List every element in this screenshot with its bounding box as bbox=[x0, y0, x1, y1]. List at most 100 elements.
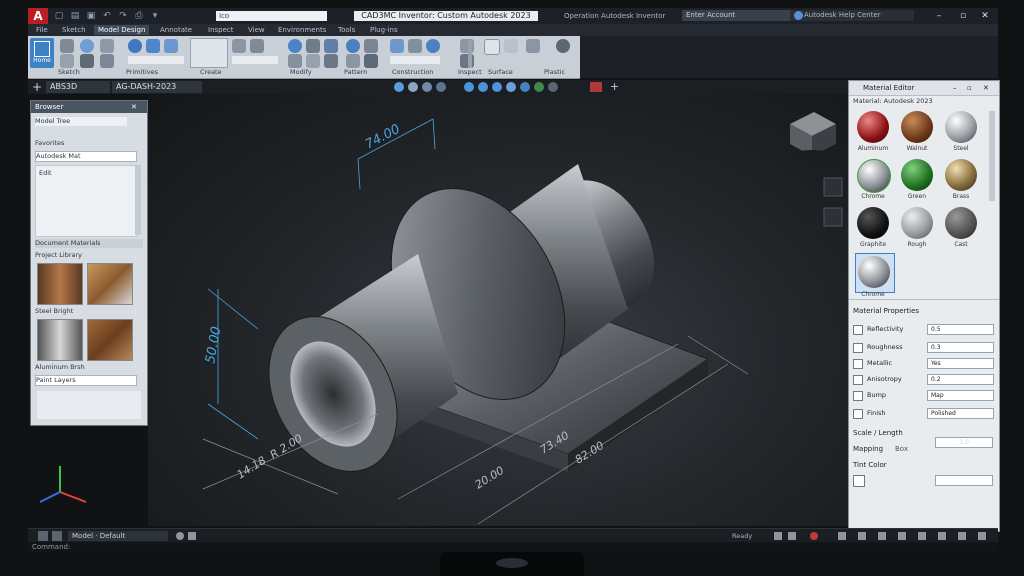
maximize-icon[interactable]: ▫ bbox=[952, 9, 974, 23]
hole-icon[interactable] bbox=[288, 39, 302, 53]
visual-style-icon[interactable] bbox=[464, 82, 474, 92]
draft-icon[interactable] bbox=[306, 54, 320, 68]
property-value[interactable]: 0.2 bbox=[927, 374, 994, 385]
material-ball-cast[interactable] bbox=[945, 207, 977, 239]
3d-viewport[interactable]: 74.00 50.00 73.40 82.00 20.00 14.18 R 2.… bbox=[15, 94, 848, 526]
new-document-tab[interactable]: + bbox=[32, 80, 42, 94]
close-icon[interactable]: ✕ bbox=[974, 9, 996, 23]
panel-maximize-icon[interactable]: ▫ bbox=[967, 81, 972, 95]
thicken-icon[interactable] bbox=[526, 39, 540, 53]
library-scrollbar[interactable] bbox=[135, 165, 141, 235]
chamfer-icon[interactable] bbox=[324, 39, 338, 53]
quick-search-input[interactable]: Ico bbox=[216, 11, 327, 21]
orbit-icon[interactable] bbox=[436, 82, 446, 92]
model-layout-tab[interactable]: Model · Default bbox=[68, 531, 168, 541]
pan-button[interactable] bbox=[823, 207, 843, 227]
arc-tool-icon[interactable] bbox=[60, 54, 74, 68]
scale-input[interactable]: 1.0 bbox=[935, 437, 993, 448]
property-value[interactable]: 0.5 bbox=[927, 324, 994, 335]
document-tab-1[interactable]: ABS3D bbox=[46, 81, 110, 93]
material-ball-walnut[interactable] bbox=[901, 111, 933, 143]
copper-swatch[interactable] bbox=[37, 263, 83, 305]
tab-sketch[interactable]: Sketch bbox=[58, 25, 90, 35]
plastic-part-icon[interactable] bbox=[556, 39, 570, 53]
create-dropdown[interactable] bbox=[232, 56, 278, 64]
property-checkbox[interactable] bbox=[853, 343, 863, 353]
add-icon[interactable]: + bbox=[610, 80, 619, 93]
tab-file[interactable]: File bbox=[32, 25, 52, 35]
tab-view[interactable]: View bbox=[244, 25, 269, 35]
status-icon-10[interactable] bbox=[918, 532, 926, 540]
point-icon[interactable] bbox=[426, 39, 440, 53]
circle-tool-icon[interactable] bbox=[80, 39, 94, 53]
shell-icon[interactable] bbox=[288, 54, 302, 68]
dropdown-icon[interactable]: ▾ bbox=[150, 11, 160, 21]
command-line[interactable]: Command: bbox=[28, 542, 998, 552]
home-button[interactable]: Home bbox=[30, 38, 54, 68]
wood-swatch[interactable] bbox=[87, 263, 133, 305]
paint-layers-row[interactable]: Paint Layers bbox=[35, 375, 137, 386]
cylinder-icon[interactable] bbox=[164, 39, 178, 53]
section-icon[interactable] bbox=[506, 82, 516, 92]
material-ball-graphite[interactable] bbox=[857, 207, 889, 239]
split-icon[interactable] bbox=[324, 54, 338, 68]
status-icon-5[interactable] bbox=[810, 532, 818, 540]
tab-inspect[interactable]: Inspect bbox=[204, 25, 238, 35]
panel-minimize-icon[interactable]: – bbox=[953, 81, 957, 95]
status-icon-11[interactable] bbox=[938, 532, 946, 540]
material-ball-rough[interactable] bbox=[901, 207, 933, 239]
panel-close-icon[interactable]: ✕ bbox=[983, 81, 989, 95]
construction-dropdown[interactable] bbox=[390, 56, 440, 64]
rectangular-pattern-icon[interactable] bbox=[364, 54, 378, 68]
zoom-icon[interactable] bbox=[408, 82, 418, 92]
more-icon[interactable] bbox=[548, 82, 558, 92]
extrude-button[interactable] bbox=[190, 38, 228, 68]
help-icon[interactable] bbox=[794, 11, 803, 20]
orbit-button[interactable] bbox=[823, 177, 843, 197]
fillet-tool-icon[interactable] bbox=[100, 54, 114, 68]
status-icon-7[interactable] bbox=[858, 532, 866, 540]
sweep-icon[interactable] bbox=[250, 39, 264, 53]
display-icon[interactable] bbox=[534, 82, 544, 92]
property-value[interactable]: Yes bbox=[927, 358, 994, 369]
rectangle-tool-icon[interactable] bbox=[100, 39, 114, 53]
material-scrollbar[interactable] bbox=[989, 111, 995, 201]
property-checkbox[interactable] bbox=[853, 359, 863, 369]
property-value[interactable]: Polished bbox=[927, 408, 994, 419]
status-icon-8[interactable] bbox=[878, 532, 886, 540]
stitch-icon[interactable] bbox=[504, 39, 518, 53]
material-ball-steel[interactable] bbox=[945, 111, 977, 143]
status-icon-9[interactable] bbox=[898, 532, 906, 540]
property-checkbox[interactable] bbox=[853, 391, 863, 401]
property-checkbox[interactable] bbox=[853, 409, 863, 419]
box-icon[interactable] bbox=[146, 39, 160, 53]
pan-icon[interactable] bbox=[422, 82, 432, 92]
property-checkbox[interactable] bbox=[853, 375, 863, 385]
minimize-icon[interactable]: – bbox=[928, 9, 950, 23]
tab-plugins[interactable]: Plug-ins bbox=[366, 25, 402, 35]
ucs-icon[interactable] bbox=[590, 82, 602, 92]
reflections-icon[interactable] bbox=[492, 82, 502, 92]
tint-color-field[interactable] bbox=[935, 475, 993, 486]
property-checkbox[interactable] bbox=[853, 325, 863, 335]
property-value[interactable]: Map bbox=[927, 390, 994, 401]
sphere-icon[interactable] bbox=[128, 39, 142, 53]
walnut-swatch[interactable] bbox=[87, 319, 133, 361]
new-file-icon[interactable]: ▢ bbox=[54, 11, 64, 21]
material-ball-chrome[interactable] bbox=[857, 159, 891, 193]
document-tab-2[interactable]: AG-DASH-2023 bbox=[112, 81, 202, 93]
tab-model-design[interactable]: Model Design bbox=[94, 25, 150, 35]
mapping-value[interactable]: Box bbox=[895, 445, 908, 453]
status-icon-1[interactable] bbox=[176, 532, 184, 540]
material-ball-red[interactable] bbox=[857, 111, 889, 143]
status-icon-2[interactable] bbox=[188, 532, 196, 540]
model-tree-row[interactable]: Model Tree bbox=[35, 117, 127, 126]
property-value[interactable]: 0.3 bbox=[927, 342, 994, 353]
tab-annotate[interactable]: Annotate bbox=[156, 25, 196, 35]
spline-tool-icon[interactable] bbox=[80, 54, 94, 68]
status-icon-12[interactable] bbox=[958, 532, 966, 540]
mirror-icon[interactable] bbox=[364, 39, 378, 53]
open-file-icon[interactable]: ▤ bbox=[70, 11, 80, 21]
edit-row[interactable]: Edit bbox=[39, 169, 52, 178]
material-library-row[interactable]: Autodesk Mat bbox=[35, 151, 137, 162]
